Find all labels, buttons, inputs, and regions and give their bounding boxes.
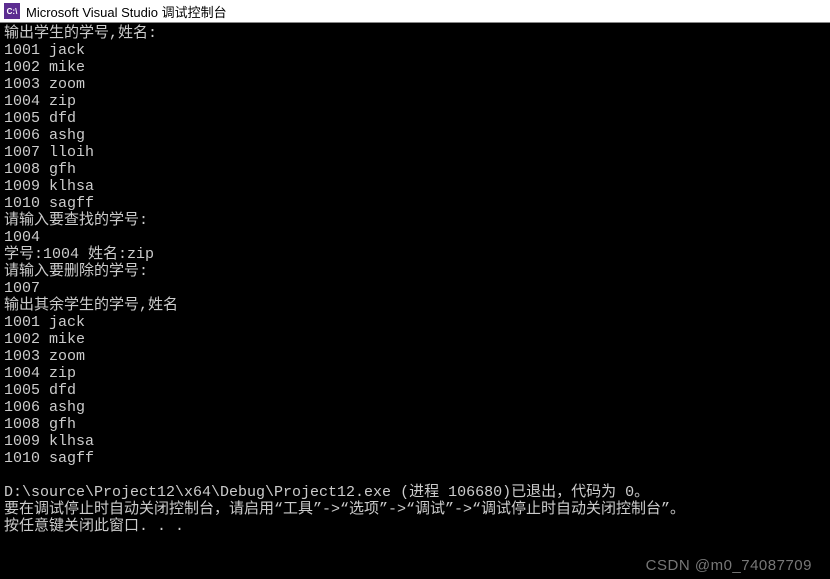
line-student: 1003 zoom [4, 348, 85, 365]
vs-icon: C:\ [4, 3, 20, 19]
line-student: 1007 lloih [4, 144, 94, 161]
line-prompt-delete: 请输入要删除的学号: [4, 263, 148, 280]
line-header2: 输出其余学生的学号,姓名 [4, 297, 178, 314]
line-prompt-search: 请输入要查找的学号: [4, 212, 148, 229]
line-student: 1008 gfh [4, 161, 76, 178]
line-student: 1001 jack [4, 314, 85, 331]
watermark: CSDN @m0_74087709 [646, 557, 812, 574]
line-hint: 要在调试停止时自动关闭控制台，请启用“工具”->“选项”->“调试”->“调试停… [4, 501, 685, 518]
line-student: 1004 zip [4, 365, 76, 382]
line-student: 1008 gfh [4, 416, 76, 433]
line-delete-input: 1007 [4, 280, 40, 297]
line-student: 1009 klhsa [4, 433, 94, 450]
line-student: 1010 sagff [4, 195, 94, 212]
line-student: 1005 dfd [4, 382, 76, 399]
line-student: 1010 sagff [4, 450, 94, 467]
line-student: 1001 jack [4, 42, 85, 59]
console-output: 输出学生的学号,姓名: 1001 jack 1002 mike 1003 zoo… [0, 23, 830, 579]
line-header1: 输出学生的学号,姓名: [4, 25, 157, 42]
line-student: 1006 ashg [4, 127, 85, 144]
window-title: Microsoft Visual Studio 调试控制台 [26, 2, 227, 21]
line-student: 1004 zip [4, 93, 76, 110]
titlebar[interactable]: C:\ Microsoft Visual Studio 调试控制台 [0, 0, 830, 23]
line-student: 1003 zoom [4, 76, 85, 93]
line-exit: D:\source\Project12\x64\Debug\Project12.… [4, 484, 649, 501]
line-student: 1005 dfd [4, 110, 76, 127]
line-student: 1006 ashg [4, 399, 85, 416]
line-search-result: 学号:1004 姓名:zip [4, 246, 154, 263]
line-student: 1002 mike [4, 331, 85, 348]
line-student: 1009 klhsa [4, 178, 94, 195]
line-close: 按任意键关闭此窗口. . . [4, 518, 184, 535]
line-student: 1002 mike [4, 59, 85, 76]
line-search-input: 1004 [4, 229, 40, 246]
